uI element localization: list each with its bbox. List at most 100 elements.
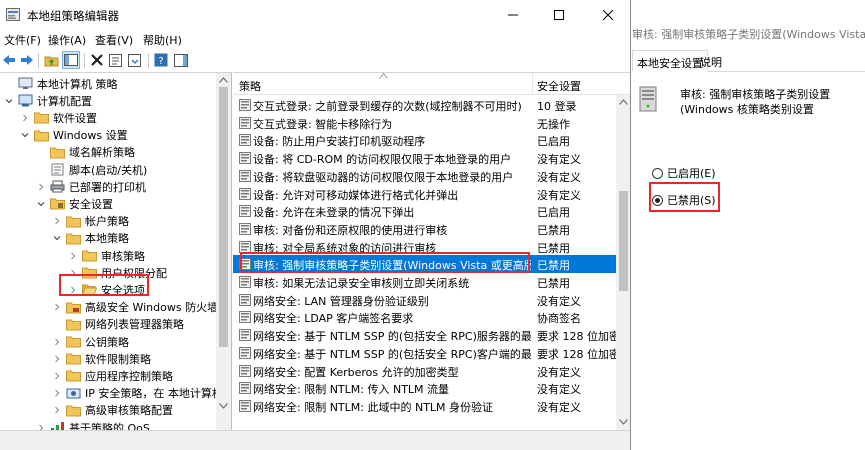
- policy-row[interactable]: 网络安全: 基于 NTLM SSP 的(包括安全 RPC)客户端的最小... 要求…: [233, 344, 617, 362]
- column-header-policy[interactable]: 策略: [239, 78, 261, 94]
- policy-setting-value: 已启用: [537, 135, 570, 149]
- tree-collapsed-icon[interactable]: [36, 423, 46, 430]
- tree-collapsed-icon[interactable]: [52, 337, 62, 347]
- tree-node[interactable]: 域名解析策略: [36, 144, 135, 161]
- delete-button[interactable]: [88, 51, 106, 69]
- tree-node[interactable]: IP 安全策略，在 本地计算机: [52, 385, 223, 402]
- printer-icon: [50, 180, 69, 193]
- policy-setting-value: 没有定义: [537, 400, 581, 414]
- policy-name: 交互式登录: 之前登录到缓存的次数(域控制器不可用时): [253, 100, 522, 113]
- tree-collapsed-icon[interactable]: [52, 216, 62, 226]
- policy-row[interactable]: 审核: 如果无法记录安全审核则立即关闭系统 已禁用: [233, 273, 617, 291]
- policy-row[interactable]: 网络安全: 配置 Kerberos 允许的加密类型 没有定义: [233, 362, 617, 380]
- tree-node[interactable]: 网络列表管理器策略: [52, 316, 184, 333]
- tree-node[interactable]: 软件限制策略: [52, 350, 151, 367]
- tree-node[interactable]: 帐户策略: [52, 213, 129, 230]
- tree-expanded-icon[interactable]: [20, 130, 30, 140]
- tree-collapsed-icon[interactable]: [52, 388, 62, 398]
- tab-explain[interactable]: 说明: [696, 50, 726, 72]
- folder-icon: [66, 232, 85, 245]
- back-button[interactable]: [0, 51, 18, 69]
- minimize-button[interactable]: [490, 0, 536, 30]
- tree-node-label: 域名解析策略: [69, 146, 135, 160]
- tree-node[interactable]: 脚本(启动/关机): [36, 161, 147, 178]
- close-button[interactable]: [585, 0, 630, 30]
- menu-file[interactable]: 文件(F): [4, 32, 41, 48]
- show-hide-console-tree-button[interactable]: [62, 51, 80, 69]
- tree-collapsed-icon[interactable]: [52, 302, 62, 312]
- folder-icon: [50, 146, 69, 159]
- scroll-down-icon: [619, 419, 628, 425]
- tree-node[interactable]: 高级安全 Windows 防火墙: [52, 299, 218, 316]
- tree-collapsed-icon[interactable]: [52, 405, 62, 415]
- tree-node-label: 公钥策略: [85, 335, 129, 349]
- tree-node[interactable]: Windows 设置: [20, 127, 128, 144]
- list-scroll-thumb[interactable]: [619, 191, 628, 291]
- up-one-level-button[interactable]: [42, 51, 60, 69]
- tree-expanded-icon[interactable]: [52, 233, 62, 243]
- policy-row[interactable]: 网络安全: LAN 管理器身份验证级别 没有定义: [233, 291, 617, 309]
- folder-icon: [66, 404, 85, 417]
- ip-security-icon: [66, 387, 85, 400]
- tree-node[interactable]: 高级审核策略配置: [52, 402, 173, 419]
- tree-node[interactable]: 软件设置: [20, 109, 97, 126]
- tree-expanded-icon[interactable]: [36, 199, 46, 209]
- policy-row[interactable]: 设备: 防止用户安装打印机驱动程序 已启用: [233, 131, 617, 149]
- tree-vertical-scrollbar[interactable]: [216, 73, 231, 430]
- tree-node[interactable]: 公钥策略: [52, 333, 129, 350]
- policy-row[interactable]: 设备: 将软盘驱动器的访问权限仅限于本地登录的用户 没有定义: [233, 167, 617, 185]
- policy-row[interactable]: 网络安全: 限制 NTLM: 传入 NTLM 流量 没有定义: [233, 379, 617, 397]
- tree-collapsed-icon[interactable]: [20, 113, 30, 123]
- policy-setting-icon: [239, 152, 251, 165]
- tree-scroll-thumb[interactable]: [219, 87, 228, 347]
- tree-collapsed-icon[interactable]: [52, 354, 62, 364]
- export-list-button[interactable]: [126, 51, 144, 69]
- tree-node[interactable]: 应用程序控制策略: [52, 367, 173, 384]
- policy-setting-icon: [239, 382, 251, 395]
- maximize-button[interactable]: [536, 0, 582, 30]
- policy-row[interactable]: 网络安全: 基于 NTLM SSP 的(包括安全 RPC)服务器的最小... 要求…: [233, 326, 617, 344]
- policy-row[interactable]: 交互式登录: 之前登录到缓存的次数(域控制器不可用时) 10 登录: [233, 96, 617, 114]
- tree-node[interactable]: 本地策略: [52, 230, 129, 247]
- tree-node[interactable]: 本地计算机 策略: [4, 75, 118, 92]
- tree-node[interactable]: 审核策略: [68, 247, 145, 264]
- radio-enabled[interactable]: 已启用(E): [652, 165, 716, 181]
- policy-setting-value: 没有定义: [537, 188, 581, 202]
- policy-name: 设备: 允许对可移动媒体进行格式化并弹出: [253, 188, 459, 202]
- policy-setting-icon: [239, 169, 251, 182]
- menu-action[interactable]: 操作(A): [48, 32, 86, 48]
- policy-row[interactable]: 设备: 允许在未登录的情况下弹出 已启用: [233, 202, 617, 220]
- properties-button[interactable]: [107, 51, 125, 69]
- computer-policy-icon: [18, 77, 37, 90]
- help-button[interactable]: ?: [152, 51, 170, 69]
- policy-row[interactable]: 网络安全: 限制 NTLM: 此域中的 NTLM 身份验证 没有定义: [233, 397, 617, 415]
- policy-row[interactable]: 设备: 允许对可移动媒体进行格式化并弹出 没有定义: [233, 185, 617, 203]
- tree-node[interactable]: 基于策略的 QoS: [36, 419, 150, 430]
- show-view-button[interactable]: [172, 51, 190, 69]
- policy-row[interactable]: 设备: 将 CD-ROM 的访问权限仅限于本地登录的用户 没有定义: [233, 149, 617, 167]
- policy-row[interactable]: 审核: 对备份和还原权限的使用进行审核 已禁用: [233, 220, 617, 238]
- policy-row[interactable]: 网络安全: LDAP 客户端签名要求 协商签名: [233, 308, 617, 326]
- tree-no-expander: [4, 79, 14, 89]
- tree-node[interactable]: 已部署的打印机: [36, 178, 146, 195]
- properties-icon: [109, 53, 122, 67]
- menu-view[interactable]: 查看(V): [95, 32, 133, 48]
- radio-enabled-circle[interactable]: [652, 167, 663, 179]
- tree-collapsed-icon[interactable]: [68, 251, 78, 261]
- list-vertical-scrollbar[interactable]: [616, 95, 630, 430]
- tree-node[interactable]: 计算机配置: [4, 92, 92, 109]
- forward-button[interactable]: [18, 51, 36, 69]
- tree-collapsed-icon[interactable]: [52, 371, 62, 381]
- tree-node[interactable]: 安全设置: [36, 195, 113, 212]
- dialog-tab-strip: 本地安全设置 说明: [632, 50, 865, 72]
- tree-node-label: 脚本(启动/关机): [69, 163, 148, 177]
- tree-collapsed-icon[interactable]: [36, 182, 46, 192]
- menu-help[interactable]: 帮助(H): [143, 32, 182, 48]
- policy-setting-icon: [239, 205, 251, 218]
- policy-row[interactable]: 交互式登录: 智能卡移除行为 无操作: [233, 114, 617, 132]
- policy-setting-value: 协商签名: [537, 312, 581, 326]
- policy-setting-icon: [239, 240, 251, 253]
- tree-expanded-icon[interactable]: [4, 96, 14, 106]
- column-header-security-setting[interactable]: 安全设置: [537, 78, 581, 94]
- folder-icon: [66, 215, 85, 228]
